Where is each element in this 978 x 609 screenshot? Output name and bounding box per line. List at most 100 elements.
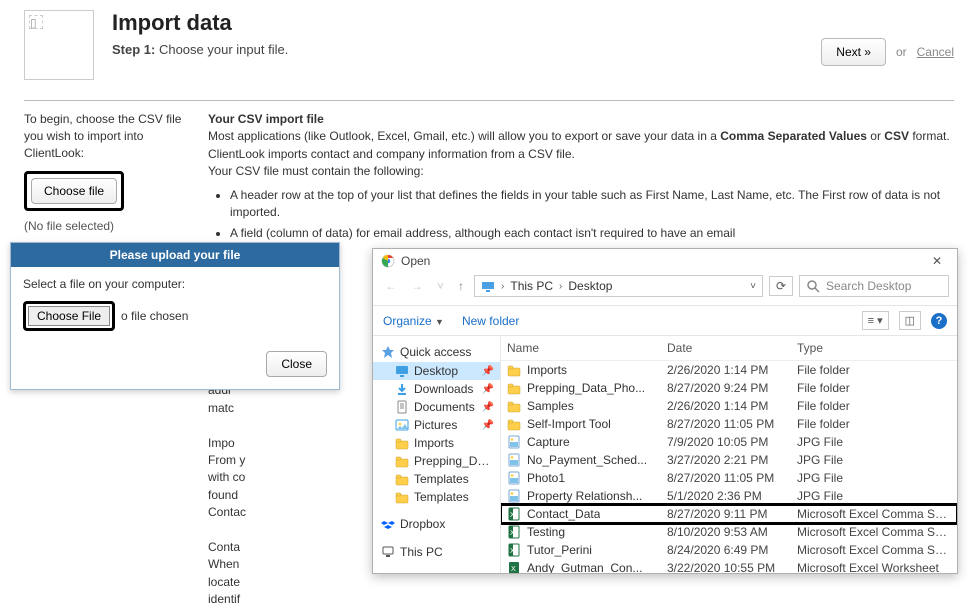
breadcrumb-desktop[interactable]: Desktop: [568, 279, 612, 293]
pc-icon: [481, 279, 495, 293]
file-name: Andy_Gutman_Con...: [527, 561, 642, 573]
file-date: 2/26/2020 1:14 PM: [667, 399, 797, 413]
file-row[interactable]: Capture7/9/2020 10:05 PMJPG File: [501, 433, 957, 451]
file-date: 8/24/2020 6:49 PM: [667, 543, 797, 557]
choose-file-button-dialog[interactable]: Choose File: [28, 306, 110, 326]
file-row[interactable]: Photo18/27/2020 11:05 PMJPG File: [501, 469, 957, 487]
folder-icon: [395, 454, 409, 468]
file-type: JPG File: [797, 453, 951, 467]
pin-icon: 📌: [482, 384, 494, 395]
file-row[interactable]: Prepping_Data_Pho...8/27/2020 9:24 PMFil…: [501, 379, 957, 397]
nav-forward-icon: →: [407, 279, 427, 293]
file-date: 8/27/2020 9:24 PM: [667, 381, 797, 395]
file-date: 7/9/2020 10:05 PM: [667, 435, 797, 449]
file-row[interactable]: Tutor_Perini 8/24/2020 6:49 PMMicrosoft E…: [501, 541, 957, 559]
file-type: Microsoft Excel Comma Separated Values F: [797, 525, 951, 539]
close-icon[interactable]: ✕: [925, 254, 949, 268]
file-name: Capture: [527, 435, 570, 449]
file-date: 8/27/2020 11:05 PM: [667, 471, 797, 485]
breadcrumb-thispc[interactable]: This PC: [510, 279, 553, 293]
desktop-icon: [395, 364, 409, 378]
csv-icon: [507, 543, 521, 557]
side-templates-1[interactable]: Templates: [373, 470, 500, 488]
file-type: Microsoft Excel Comma Separated Values F: [797, 543, 951, 557]
document-icon: [395, 400, 409, 414]
side-this-pc[interactable]: This PC: [373, 542, 500, 562]
file-row[interactable]: No_Payment_Sched...3/27/2020 2:21 PMJPG …: [501, 451, 957, 469]
col-type[interactable]: Type: [797, 341, 951, 355]
choose-file-button[interactable]: Choose file: [31, 178, 117, 204]
side-quick-access[interactable]: Quick access: [373, 342, 500, 362]
col-date[interactable]: Date: [667, 341, 797, 355]
nav-up-icon[interactable]: ↑: [454, 279, 468, 293]
csv-icon: [507, 507, 521, 521]
sidebar-intro: To begin, choose the CSV file you wish t…: [24, 111, 194, 161]
file-date: 3/27/2020 2:21 PM: [667, 453, 797, 467]
file-type: File folder: [797, 417, 951, 431]
new-folder-button[interactable]: New folder: [462, 314, 519, 328]
col-name[interactable]: Name: [507, 341, 667, 355]
cancel-link[interactable]: Cancel: [917, 45, 954, 59]
side-desktop[interactable]: Desktop📌: [373, 362, 500, 380]
refresh-icon[interactable]: ⟳: [769, 276, 793, 296]
file-date: 8/27/2020 9:11 PM: [667, 507, 797, 521]
open-file-dialog: Open ✕ ← → ˅ ↑ › This PC › Desktop ˅ ⟳ S…: [372, 248, 958, 574]
breadcrumb-expand-icon[interactable]: ˅: [750, 281, 756, 292]
side-prepping[interactable]: Prepping_Data_P…: [373, 452, 500, 470]
file-row[interactable]: Samples2/26/2020 1:14 PMFile folder: [501, 397, 957, 415]
pin-icon: 📌: [482, 420, 494, 431]
csv-must: Your CSV file must contain the following…: [208, 163, 954, 180]
side-imports[interactable]: Imports: [373, 434, 500, 452]
divider: [24, 100, 954, 101]
help-icon[interactable]: ?: [931, 313, 947, 329]
file-name: Contact_Data: [527, 507, 600, 521]
no-file-selected-text: (No file selected): [24, 219, 194, 233]
side-downloads[interactable]: Downloads📌: [373, 380, 500, 398]
jpg-icon: [507, 453, 521, 467]
folder-icon: [395, 490, 409, 504]
choose-file-highlight-dialog: Choose File: [23, 301, 115, 331]
page-title: Import data: [112, 10, 803, 36]
next-button[interactable]: Next »: [821, 38, 886, 66]
organize-menu[interactable]: Organize ▼: [383, 314, 444, 328]
step-line: Step 1: Choose your input file.: [112, 42, 803, 57]
file-row[interactable]: Contact_Data8/27/2020 9:11 PMMicrosoft E…: [501, 505, 957, 523]
nav-back-icon: ←: [381, 279, 401, 293]
breadcrumb[interactable]: › This PC › Desktop ˅: [474, 275, 763, 297]
file-type: Microsoft Excel Worksheet: [797, 561, 951, 573]
side-templates-2[interactable]: Templates: [373, 488, 500, 506]
view-details-icon[interactable]: ≡ ▾: [862, 311, 889, 330]
side-pictures[interactable]: Pictures📌: [373, 416, 500, 434]
file-name: Testing: [527, 525, 565, 539]
choose-file-highlight: Choose file: [24, 171, 124, 211]
file-name: Tutor_Perini: [527, 543, 592, 557]
file-row[interactable]: Imports2/26/2020 1:14 PMFile folder: [501, 361, 957, 379]
file-name: Self-Import Tool: [527, 417, 611, 431]
file-type: JPG File: [797, 471, 951, 485]
search-input[interactable]: Search Desktop: [799, 275, 949, 297]
close-button[interactable]: Close: [266, 351, 327, 377]
broken-image-icon: ▯: [29, 15, 43, 29]
search-icon: [806, 279, 820, 293]
file-row[interactable]: Andy_Gutman_Con...3/22/2020 10:55 PMMicr…: [501, 559, 957, 573]
csv-body: Most applications (like Outlook, Excel, …: [208, 128, 954, 163]
xlsx-icon: [507, 561, 521, 573]
jpg-icon: [507, 435, 521, 449]
upload-dialog-prompt: Select a file on your computer:: [23, 277, 327, 291]
file-row[interactable]: Self-Import Tool8/27/2020 11:05 PMFile f…: [501, 415, 957, 433]
requirement-2: A field (column of data) for email addre…: [230, 225, 954, 242]
no-file-chosen-text: o file chosen: [121, 309, 188, 323]
open-dialog-sidebar: Quick access Desktop📌 Downloads📌 Documen…: [373, 336, 501, 573]
side-documents[interactable]: Documents📌: [373, 398, 500, 416]
file-row[interactable]: Property Relationsh...5/1/2020 2:36 PMJP…: [501, 487, 957, 505]
star-icon: [381, 345, 395, 359]
file-date: 2/26/2020 1:14 PM: [667, 363, 797, 377]
file-name: Samples: [527, 399, 574, 413]
view-panes-icon[interactable]: ◫: [899, 311, 921, 330]
file-list: Name Date Type Imports2/26/2020 1:14 PMF…: [501, 336, 957, 573]
side-dropbox[interactable]: Dropbox: [373, 514, 500, 534]
picture-icon: [395, 418, 409, 432]
file-row[interactable]: Testing8/10/2020 9:53 AMMicrosoft Excel …: [501, 523, 957, 541]
folder-icon: [507, 417, 521, 431]
upload-dialog: Please upload your file Select a file on…: [10, 242, 340, 390]
